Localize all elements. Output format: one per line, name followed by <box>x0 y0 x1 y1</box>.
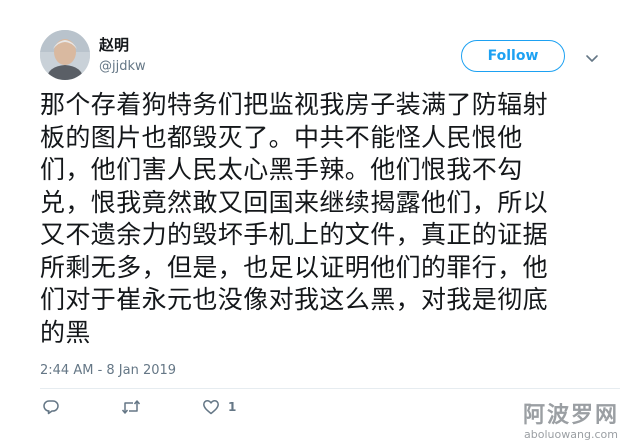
retweet-icon <box>121 398 141 416</box>
watermark-url: aboluowang.com <box>524 428 618 441</box>
tweet-line: 那个存着狗特务们把监视我房子装满了防辐射 <box>40 90 549 119</box>
user-handle[interactable]: @jjdkw <box>99 59 146 75</box>
tweet-line: 又不遗余力的毁坏手机上的文件，真正的证据 <box>40 220 549 249</box>
tweet-line: 的黑 <box>40 317 91 347</box>
like-button[interactable]: 1 <box>202 397 236 417</box>
tweet-line: 们对于崔永元也没像对我这么黑，对我是彻底 <box>40 285 549 314</box>
reply-icon <box>42 398 60 416</box>
reply-button[interactable] <box>42 397 60 417</box>
follow-button[interactable]: Follow <box>461 40 565 72</box>
tweet-line: 们，他们害人民太心黑手辣。他们恨我不勾 <box>40 155 523 184</box>
like-count: 1 <box>228 400 237 414</box>
tweet-line: 所剩无多，但是，也足以证明他们的罪行，他 <box>40 252 549 282</box>
tweet-line: 板的图片也都毁灭了。中共不能怪人民恨他 <box>40 122 523 152</box>
chevron-down-icon[interactable] <box>584 50 600 62</box>
retweet-button[interactable] <box>121 397 141 417</box>
tweet-timestamp[interactable]: 2:44 AM - 8 Jan 2019 <box>40 363 176 379</box>
tweet-card: 赵明 @jjdkw Follow 那个存着狗特务们把监视我房子装满了防辐射 板的… <box>0 0 639 443</box>
watermark: 阿波罗网 aboluowang.com <box>511 403 631 442</box>
watermark-title: 阿波罗网 <box>522 403 619 428</box>
divider <box>40 388 620 389</box>
display-name[interactable]: 赵明 <box>99 36 129 54</box>
tweet-text: 那个存着狗特务们把监视我房子装满了防辐射 板的图片也都毁灭了。中共不能怪人民恨他… <box>40 89 620 349</box>
heart-icon <box>202 398 220 416</box>
tweet-line: 兑，恨我竟然敢又回国来继续揭露他们，所以 <box>40 187 549 217</box>
avatar[interactable] <box>40 30 90 80</box>
